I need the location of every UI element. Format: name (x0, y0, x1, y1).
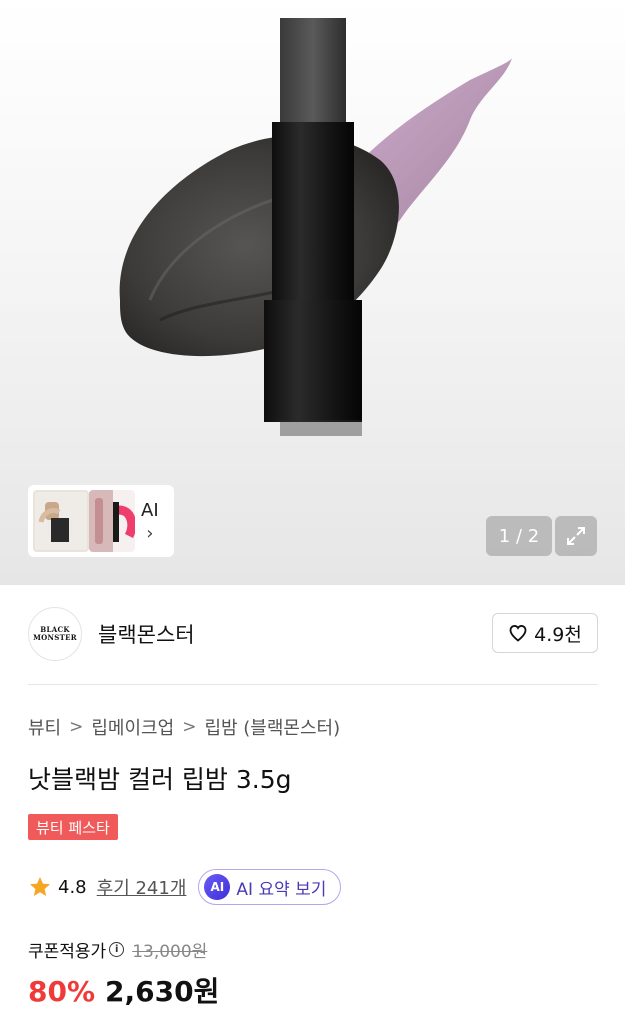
rating-row: 4.8 후기 241개 AI AI 요약 보기 (28, 868, 342, 906)
brand-logo-line2: MONSTER (33, 633, 77, 642)
star-icon (30, 877, 50, 896)
image-pager: 1 / 2 (486, 516, 552, 556)
reviews-link[interactable]: 후기 241개 (97, 874, 187, 900)
like-button[interactable]: 4.9천 (492, 613, 598, 653)
breadcrumb-item-beauty[interactable]: 뷰티 (28, 714, 61, 740)
coupon-price-row: 쿠폰적용가 i 13,000원 (28, 937, 207, 962)
like-count: 4.9천 (534, 623, 582, 646)
breadcrumb: 뷰티 > 립메이크업 > 립밤 (블랙몬스터) (28, 714, 340, 740)
brand-name[interactable]: 블랙몬스터 (98, 619, 195, 649)
thumbnail-nude-lipstick[interactable] (33, 490, 89, 552)
product-title: 낫블랙밤 컬러 립밤 3.5g (28, 765, 292, 794)
ai-icon: AI (204, 874, 231, 900)
brand-row: BLACK MONSTER 블랙몬스터 4.9천 (28, 606, 598, 662)
thumbnail-pink-lipstick[interactable] (89, 490, 135, 552)
ai-summary-label: AI 요약 보기 (236, 879, 327, 900)
discount-rate: 80% (28, 975, 96, 1008)
thumbnail-strip[interactable]: AI › (28, 485, 174, 557)
breadcrumb-separator: > (69, 717, 84, 737)
ai-summary-button[interactable]: AI AI 요약 보기 (198, 869, 342, 905)
brand-logo[interactable]: BLACK MONSTER (28, 607, 82, 661)
ai-label: AI (141, 499, 159, 521)
final-price-row: 80% 2,630원 (28, 970, 219, 1010)
final-price: 2,630원 (105, 975, 220, 1008)
divider (28, 684, 598, 685)
beauty-festa-badge: 뷰티 페스타 (28, 814, 118, 840)
coupon-price-label: 쿠폰적용가 (28, 942, 107, 962)
ai-more-thumbnails-button[interactable]: AI › (141, 500, 159, 543)
breadcrumb-item-lip-makeup[interactable]: 립메이크업 (91, 714, 174, 740)
expand-icon (567, 527, 585, 545)
product-image-gallery[interactable]: AI › 1 / 2 (0, 0, 625, 585)
original-price: 13,000원 (132, 942, 208, 962)
rating-value: 4.8 (58, 876, 87, 898)
heart-icon (509, 624, 527, 642)
breadcrumb-separator: > (182, 717, 197, 737)
chevron-right-icon: › (146, 522, 154, 544)
info-icon[interactable]: i (109, 942, 125, 957)
breadcrumb-item-lip-balm[interactable]: 립밤 (블랙몬스터) (204, 714, 340, 740)
expand-image-button[interactable] (555, 516, 597, 556)
